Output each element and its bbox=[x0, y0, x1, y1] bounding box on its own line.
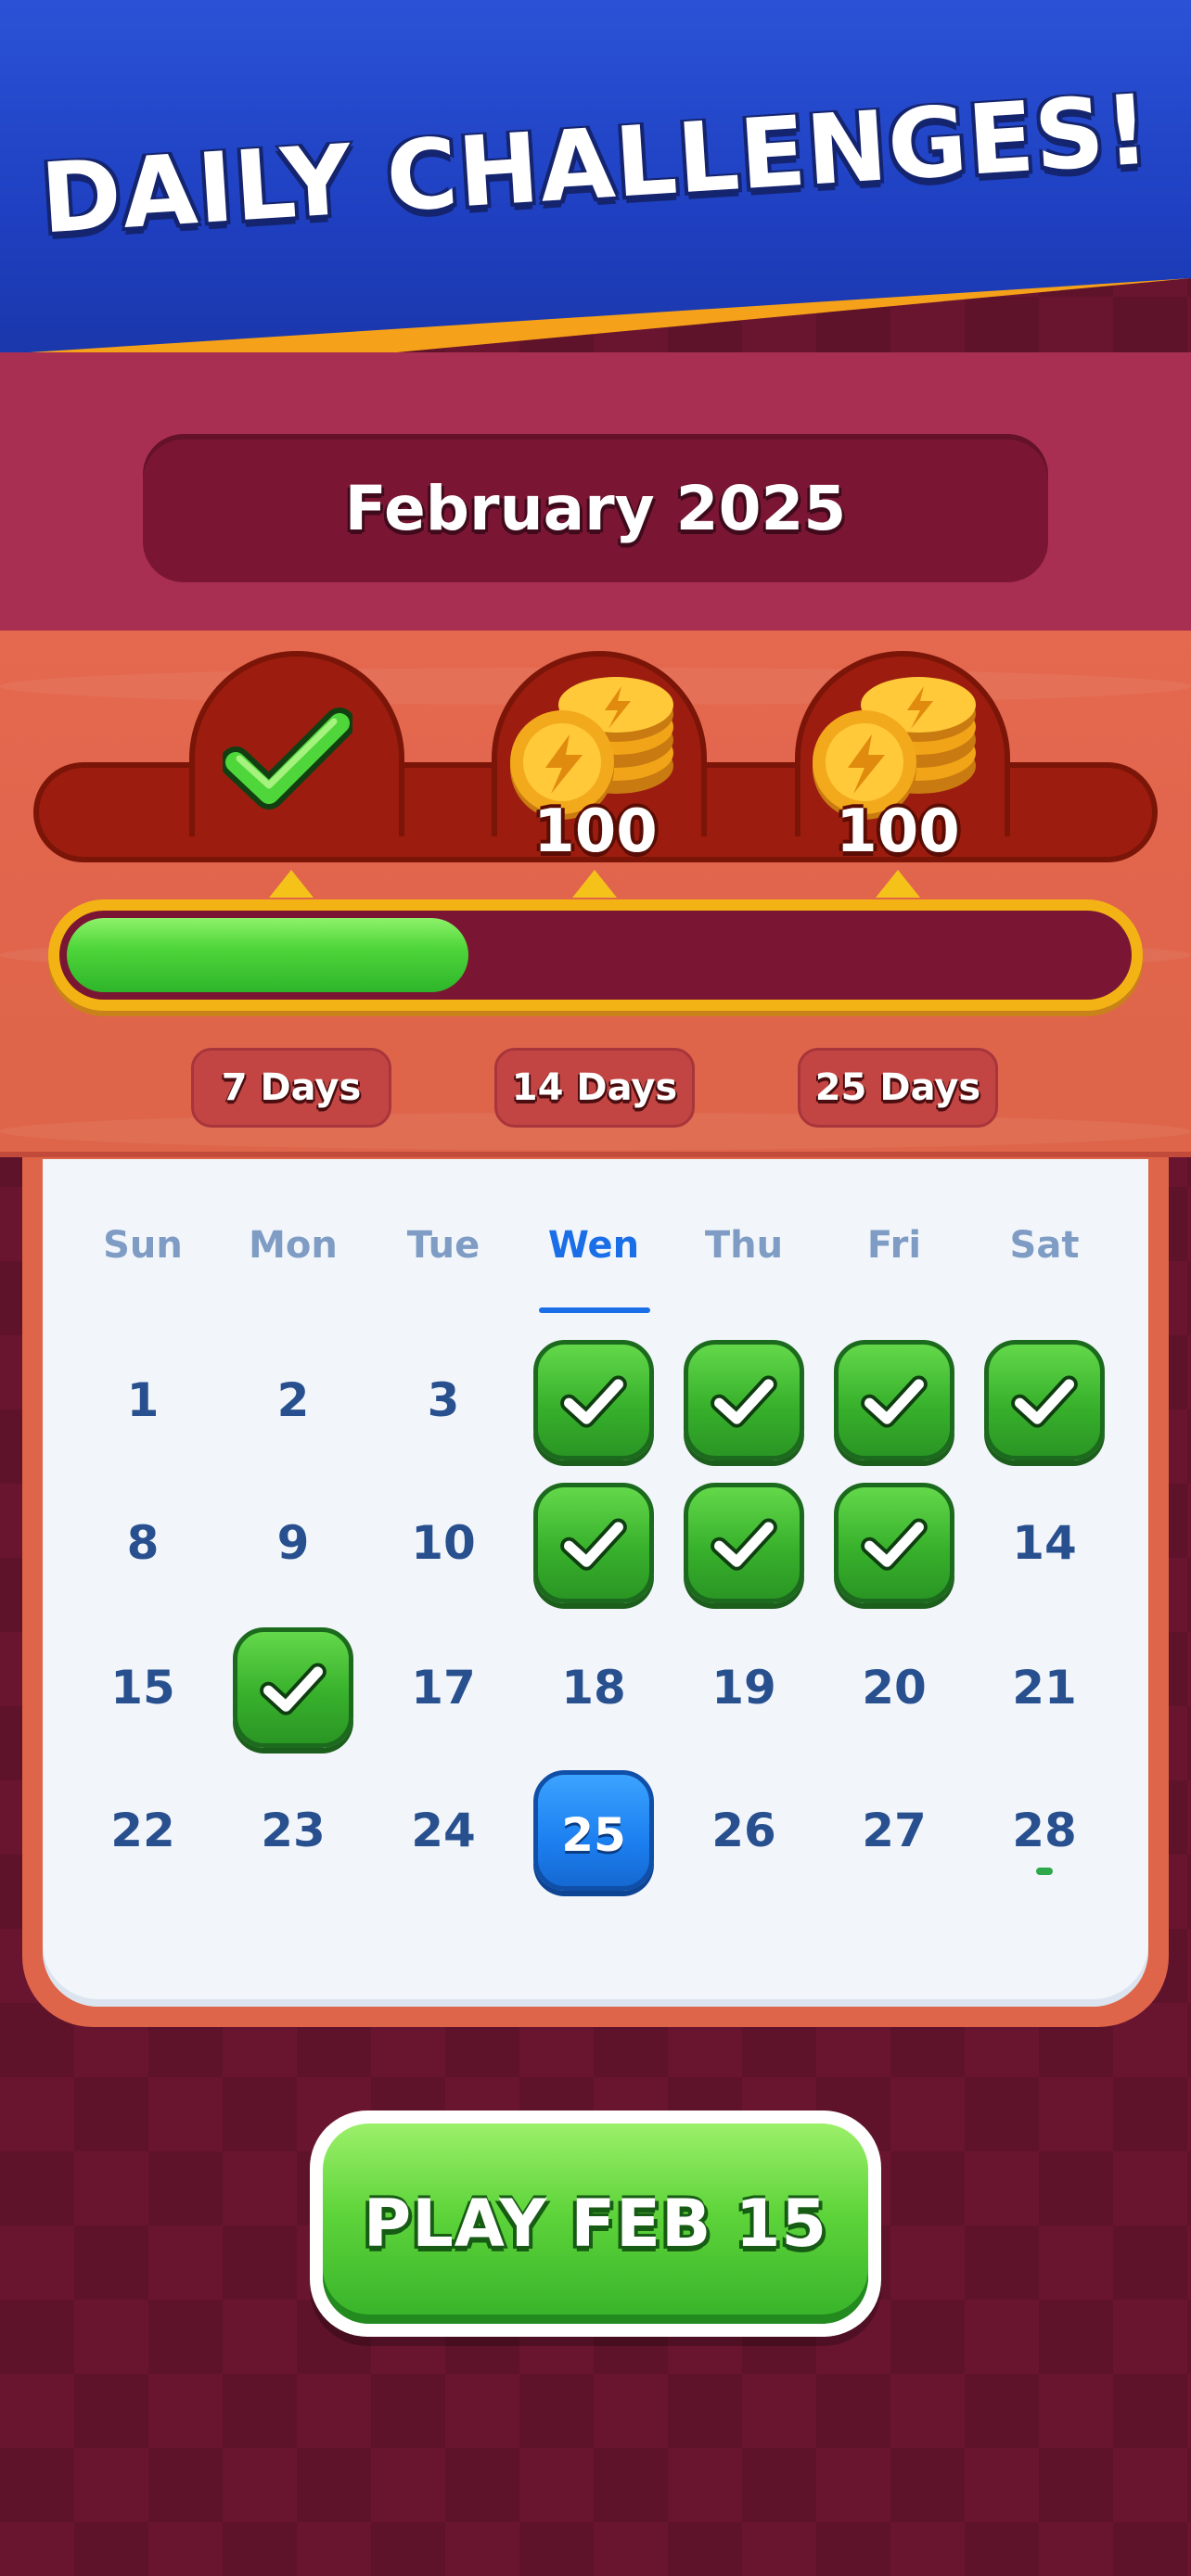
day-cell[interactable]: 18 bbox=[533, 1627, 654, 1748]
weekday-label: Thu bbox=[704, 1224, 784, 1267]
day-cell[interactable]: 3 bbox=[383, 1340, 504, 1460]
weekday-label: Tue bbox=[406, 1224, 480, 1267]
day-cell[interactable]: 10 bbox=[383, 1483, 504, 1603]
month-header: February 2025 bbox=[143, 434, 1048, 582]
calendar-grid: Sun Mon Tue Wen Thu Fri Sat 1 2 3 8 9 10 14 15 17 18 19 20… bbox=[43, 1159, 1148, 2007]
weekday-label: Sat bbox=[1009, 1224, 1080, 1267]
streak-progress-bar bbox=[48, 899, 1143, 1011]
checkmark-icon bbox=[1011, 1375, 1078, 1428]
day-cell[interactable]: 23 bbox=[233, 1770, 353, 1891]
completed-day-cell[interactable] bbox=[684, 1340, 804, 1460]
day-cell[interactable]: 24 bbox=[383, 1770, 504, 1891]
day-cell[interactable]: 27 bbox=[834, 1770, 954, 1891]
checkmark-icon bbox=[560, 1518, 627, 1571]
checkmark-icon bbox=[711, 1375, 777, 1428]
day-cell[interactable]: 21 bbox=[984, 1627, 1105, 1748]
day-cell[interactable]: 14 bbox=[984, 1483, 1105, 1603]
checkmark-icon bbox=[260, 1663, 327, 1715]
daily-challenges-screen: DAILY CHALLENGES! February 2025 100 100 … bbox=[0, 0, 1191, 2576]
day-cell[interactable]: 15 bbox=[83, 1627, 203, 1748]
completed-day-cell[interactable] bbox=[684, 1483, 804, 1603]
checkmark-icon bbox=[560, 1375, 627, 1428]
reward-claimed-check-icon bbox=[223, 708, 352, 810]
streak-rewards-panel: 100 100 7 Days 14 Days 25 Days bbox=[0, 631, 1191, 1157]
progress-track bbox=[59, 911, 1132, 1000]
milestone-marker bbox=[269, 870, 314, 898]
checkmark-icon bbox=[711, 1518, 777, 1571]
milestone-days-label: 14 Days bbox=[494, 1048, 695, 1128]
play-button[interactable]: PLAY FEB 15 bbox=[310, 2111, 881, 2337]
play-button-label: PLAY FEB 15 bbox=[363, 2186, 828, 2262]
progress-fill bbox=[67, 918, 468, 992]
checkmark-icon bbox=[861, 1518, 928, 1571]
day-cell[interactable]: 8 bbox=[83, 1483, 203, 1603]
completed-day-cell[interactable] bbox=[984, 1340, 1105, 1460]
day-cell[interactable]: 2 bbox=[233, 1340, 353, 1460]
completed-day-cell[interactable] bbox=[834, 1340, 954, 1460]
milestone-marker bbox=[572, 870, 617, 898]
reward-amount: 100 bbox=[836, 797, 960, 866]
milestone-days-label: 25 Days bbox=[798, 1048, 998, 1128]
checkmark-icon bbox=[861, 1375, 928, 1428]
completed-day-cell[interactable] bbox=[533, 1483, 654, 1603]
day-cell[interactable]: 17 bbox=[383, 1627, 504, 1748]
day-cell[interactable]: 26 bbox=[684, 1770, 804, 1891]
weekday-label: Mon bbox=[249, 1224, 338, 1267]
weekday-label: Fri bbox=[866, 1224, 922, 1267]
completed-day-cell[interactable] bbox=[233, 1627, 353, 1748]
day-cell[interactable]: 1 bbox=[83, 1340, 203, 1460]
today-day-cell[interactable]: 25 bbox=[533, 1770, 654, 1891]
day-cell[interactable]: 20 bbox=[834, 1627, 954, 1748]
completed-day-cell[interactable] bbox=[533, 1340, 654, 1460]
day-marker-dot bbox=[1036, 1868, 1053, 1875]
milestone-days-label: 7 Days bbox=[191, 1048, 391, 1128]
month-label: February 2025 bbox=[344, 472, 847, 544]
day-cell[interactable]: 19 bbox=[684, 1627, 804, 1748]
active-weekday-underline bbox=[539, 1307, 650, 1313]
completed-day-cell[interactable] bbox=[834, 1483, 954, 1603]
play-button-face[interactable]: PLAY FEB 15 bbox=[323, 2123, 868, 2324]
weekday-label: Wen bbox=[547, 1224, 640, 1267]
day-cell[interactable]: 22 bbox=[83, 1770, 203, 1891]
reward-amount: 100 bbox=[533, 797, 658, 866]
milestone-marker bbox=[876, 870, 920, 898]
day-cell[interactable]: 9 bbox=[233, 1483, 353, 1603]
weekday-label: Sun bbox=[103, 1224, 183, 1267]
